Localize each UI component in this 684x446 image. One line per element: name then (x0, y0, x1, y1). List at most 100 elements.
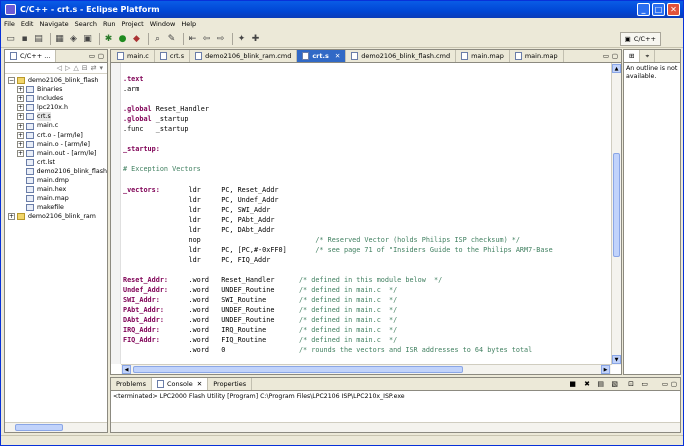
print-icon[interactable]: ▤ (33, 33, 44, 44)
menu-file[interactable]: File (4, 20, 15, 28)
tree-item[interactable]: crt.lst (5, 158, 107, 167)
build-icon[interactable]: ▣ (82, 33, 93, 44)
menu-search[interactable]: Search (75, 20, 97, 28)
remove-launches-icon[interactable]: ✖ (584, 380, 590, 388)
tree-item[interactable]: + crt.o - [arm/le] (5, 131, 107, 140)
expand-toggle-icon[interactable]: + (17, 95, 24, 103)
explorer-horizontal-scrollbar[interactable] (5, 422, 107, 432)
maximize-view-icon[interactable]: ▢ (98, 52, 104, 60)
explorer-tab[interactable]: C/C++ ... (5, 50, 57, 62)
menu-navigate[interactable]: Navigate (39, 20, 68, 28)
tree-item[interactable]: makefile (5, 203, 107, 212)
expand-toggle-icon[interactable]: + (17, 113, 24, 121)
pin-icon[interactable]: ✦ (236, 33, 247, 44)
tab-console[interactable]: Console ✕ (151, 378, 209, 390)
tab-problems[interactable]: Problems (111, 378, 152, 390)
tab-properties[interactable]: Properties (208, 378, 253, 390)
tree-item[interactable]: main.dmp (5, 176, 107, 185)
new-project-icon[interactable]: ▦ (54, 33, 65, 44)
close-button[interactable]: ✕ (667, 3, 680, 16)
run-icon[interactable]: ● (117, 33, 128, 44)
terminate-icon[interactable]: ■ (569, 380, 576, 388)
tree-item[interactable]: + lpc210x.h (5, 103, 107, 112)
pin-console-icon[interactable]: ⊡ (628, 380, 634, 388)
code-line: .arm (123, 84, 611, 94)
display-console-icon[interactable]: ▭ (641, 380, 648, 388)
expand-toggle-icon[interactable]: + (17, 149, 24, 157)
forward-nav-icon[interactable]: ▷ (65, 64, 70, 72)
up-icon[interactable]: △ (73, 64, 78, 72)
back-icon[interactable]: ⇦ (201, 33, 212, 44)
tree-item[interactable]: − demo2106_blink_flash (5, 76, 107, 85)
forward-icon[interactable]: ⇨ (215, 33, 226, 44)
new-icon[interactable]: ▭ (5, 33, 16, 44)
scroll-lock-icon[interactable]: ▤ (597, 380, 604, 388)
open-type-icon[interactable]: ✎ (166, 33, 177, 44)
close-tab-icon[interactable]: ✕ (335, 52, 340, 60)
next-annotation-icon[interactable]: ✚ (250, 33, 261, 44)
tree-item[interactable]: + crt.s (5, 112, 107, 122)
expand-toggle-icon[interactable]: + (17, 131, 24, 139)
expand-toggle-icon[interactable]: − (8, 77, 15, 85)
code-area[interactable]: .text .arm .global Reset_Handler .global _s… (123, 64, 611, 364)
minimize-editor-icon[interactable]: ▭ (603, 52, 609, 60)
editor-tab-main-map-2[interactable]: main.map (510, 50, 564, 62)
outline-tab[interactable]: ⊞ (624, 50, 641, 62)
expand-toggle-icon[interactable]: + (17, 140, 24, 148)
minimize-view-icon[interactable]: ▭ (89, 52, 95, 60)
back-nav-icon[interactable]: ◁ (57, 64, 62, 72)
close-tab-icon[interactable]: ✕ (197, 380, 202, 388)
view-menu-icon[interactable]: ▾ (99, 64, 103, 72)
menu-edit[interactable]: Edit (21, 20, 34, 28)
scroll-down-icon[interactable]: ▼ (612, 355, 621, 364)
external-tools-icon[interactable]: ◆ (131, 33, 142, 44)
editor-tab-flash-cmd[interactable]: demo2106_blink_flash.cmd (346, 50, 457, 62)
explorer-scroll-thumb[interactable] (15, 424, 63, 431)
maximize-button[interactable]: □ (652, 3, 665, 16)
editor-tab-crt-s-active[interactable]: crt.s ✕ (297, 50, 347, 62)
scroll-up-icon[interactable]: ▲ (612, 64, 621, 73)
minimize-console-icon[interactable]: ▭ (662, 380, 668, 388)
console-horizontal-scrollbar[interactable] (111, 422, 680, 432)
editor-tab-main-map[interactable]: main.map (456, 50, 510, 62)
search-icon[interactable]: ⌕ (152, 33, 163, 44)
tree-item[interactable]: + Binaries (5, 85, 107, 94)
expand-toggle-icon[interactable]: + (8, 213, 15, 221)
maximize-editor-icon[interactable]: ▢ (612, 52, 618, 60)
editor-scroll-thumb[interactable] (613, 153, 620, 257)
editor-horizontal-scrollbar[interactable]: ◀ ▶ (121, 364, 611, 374)
menu-project[interactable]: Project (121, 20, 143, 28)
editor-tab-crt-s[interactable]: crt.s (155, 50, 191, 62)
debug-icon[interactable]: ✱ (103, 33, 114, 44)
tree-item[interactable]: main.map (5, 194, 107, 203)
expand-toggle-icon[interactable]: + (17, 86, 24, 94)
editor-tab-ram-cmd[interactable]: demo2106_blink_ram.cmd (190, 50, 298, 62)
editor-tab-main-c[interactable]: main.c (112, 50, 155, 62)
clear-console-icon[interactable]: ▧ (611, 380, 618, 388)
menu-help[interactable]: Help (181, 20, 196, 28)
perspective-switcher[interactable]: ▣ C/C++ (619, 32, 661, 46)
editor-hscroll-thumb[interactable] (133, 366, 463, 373)
save-icon[interactable]: ▪ (19, 33, 30, 44)
tree-item[interactable]: + Includes (5, 94, 107, 103)
maximize-console-icon[interactable]: ▢ (671, 380, 677, 388)
expand-toggle-icon[interactable]: + (17, 122, 24, 130)
menu-window[interactable]: Window (150, 20, 176, 28)
editor-vertical-scrollbar[interactable]: ▲ ▼ (611, 63, 621, 365)
minimize-button[interactable]: _ (637, 3, 650, 16)
tree-item[interactable]: + main.out - [arm/le] (5, 149, 107, 158)
expand-toggle-icon[interactable]: + (17, 104, 24, 112)
menu-run[interactable]: Run (103, 20, 115, 28)
tree-item[interactable]: demo2106_blink_flash (5, 167, 107, 176)
collapse-all-icon[interactable]: ⊟ (82, 64, 88, 72)
new-class-icon[interactable]: ◈ (68, 33, 79, 44)
tree-item[interactable]: + main.c (5, 121, 107, 130)
scroll-left-icon[interactable]: ◀ (122, 365, 131, 374)
tree-item[interactable]: + demo2106_blink_ram (5, 212, 107, 221)
last-edit-icon[interactable]: ⇤ (187, 33, 198, 44)
link-editor-icon[interactable]: ⇄ (91, 64, 97, 72)
tree-item[interactable]: main.hex (5, 185, 107, 194)
make-targets-tab[interactable]: ⌖ (640, 50, 656, 62)
scroll-right-icon[interactable]: ▶ (601, 365, 610, 374)
tree-item[interactable]: + main.o - [arm/le] (5, 140, 107, 149)
